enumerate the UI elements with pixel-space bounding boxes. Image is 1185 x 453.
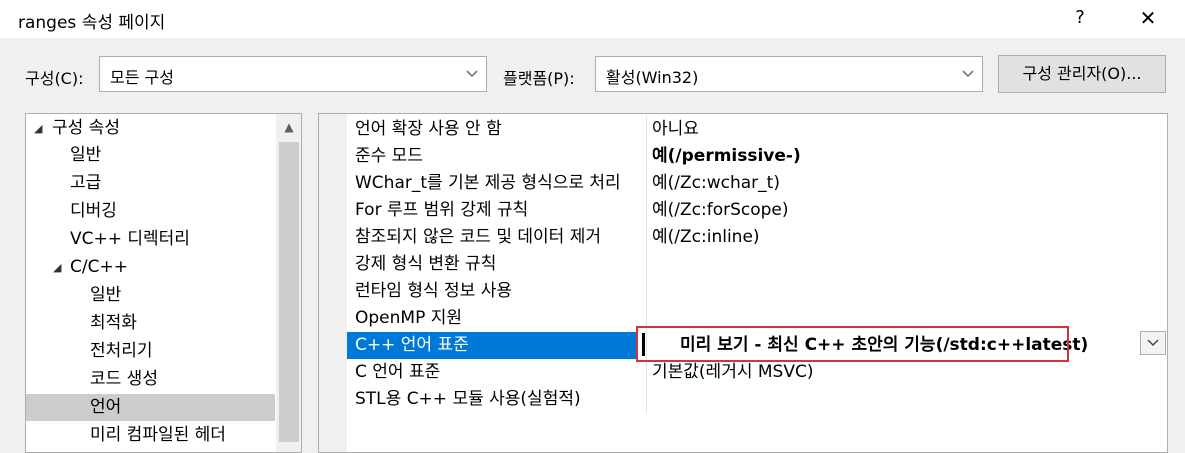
title-bar: ranges 속성 페이지 ? ✕ [0,0,1185,38]
tree-item-optimization[interactable]: 최적화 [26,310,275,337]
tree-item-language[interactable]: 언어 [26,394,275,421]
tree-item-label: 구성 속성 [52,118,120,138]
tree-item-config-properties[interactable]: ◢ 구성 속성 [26,115,275,142]
grid-gutter [319,114,347,452]
column-separator [646,359,647,386]
property-row-rtti[interactable]: 런타임 형식 정보 사용 [347,278,1167,305]
tree-item-preprocessor[interactable]: 전처리기 [26,338,275,365]
tree-item-label: C/C++ [70,257,128,277]
property-name: OpenMP 지원 [355,308,463,328]
property-value: 예(/Zc:forScope) [652,200,789,220]
property-value: 아니요 [652,119,699,139]
column-separator [646,197,647,224]
close-button[interactable]: ✕ [1130,2,1166,34]
config-select-value: 모든 구성 [110,68,174,87]
chevron-down-icon [962,70,974,77]
help-button[interactable]: ? [1062,2,1098,34]
tree-item-label: 고급 [70,173,102,193]
property-value: 예(/Zc:wchar_t) [652,173,780,193]
property-name: C 언어 표준 [355,362,441,382]
property-row-type-conversion[interactable]: 강제 형식 변환 규칙 [347,251,1167,278]
property-name: 준수 모드 [355,146,423,166]
scrollbar-thumb[interactable] [279,142,299,442]
property-value: 예(/Zc:inline) [652,227,760,247]
platform-select-value: 활성(Win32) [606,68,699,87]
chevron-down-icon [1147,339,1159,346]
property-grid: 언어 확장 사용 안 함 아니요 준수 모드 예(/permissive-) W… [318,113,1168,453]
property-value: 기본값(레거시 MSVC) [652,362,814,382]
tree-item-label: 전처리기 [90,341,153,361]
property-name: STL용 C++ 모듈 사용(실험적) [355,389,581,409]
column-separator [646,224,647,251]
property-name: 런타임 형식 정보 사용 [355,281,512,301]
tree-item-label: VC++ 디렉터리 [70,229,190,249]
tree-item-c-cpp-general[interactable]: 일반 [26,282,275,309]
chevron-down-icon [466,70,478,77]
column-separator [646,116,647,143]
cpp-standard-dropdown-button[interactable] [1140,331,1166,355]
property-row-wchar-t[interactable]: WChar_t를 기본 제공 형식으로 처리 예(/Zc:wchar_t) [347,170,1167,197]
platform-select[interactable]: 활성(Win32) [595,56,983,92]
config-label: 구성(C): [25,69,84,88]
property-name: For 루프 범위 강제 규칙 [355,200,529,220]
tree-item-label: 언어 [90,397,122,417]
property-name: 언어 확장 사용 안 함 [355,119,502,139]
config-select[interactable]: 모든 구성 [99,56,487,92]
property-row-disable-language-extensions[interactable]: 언어 확장 사용 안 함 아니요 [347,116,1167,143]
tree-item-label: 최적화 [90,313,137,333]
property-name: 강제 형식 변환 규칙 [355,254,497,274]
platform-label: 플랫폼(P): [503,69,575,88]
property-row-for-scope[interactable]: For 루프 범위 강제 규칙 예(/Zc:forScope) [347,197,1167,224]
tree-item-label: 디버깅 [70,201,117,221]
window-title: ranges 속성 페이지 [18,13,166,33]
property-row-conformance-mode[interactable]: 준수 모드 예(/permissive-) [347,143,1167,170]
tree-item-vc-directories[interactable]: VC++ 디렉터리 [26,226,275,253]
tree-item-label: 일반 [70,145,102,165]
scroll-up-arrow-icon[interactable]: ▲ [276,114,301,140]
column-separator [646,386,647,413]
property-name: C++ 언어 표준 [347,332,638,359]
focus-indicator [642,333,645,356]
highlight-annotation-box [636,326,1069,362]
collapse-triangle-icon[interactable]: ◢ [53,254,61,281]
property-tree: ◢ 구성 속성 일반 고급 디버깅 VC++ 디렉터리 ◢ C/C++ 일반 최… [25,113,302,453]
tree-item-label: 일반 [90,285,122,305]
tree-item-label: 코드 생성 [90,369,158,389]
tree-item-general[interactable]: 일반 [26,142,275,169]
tree-item-c-cpp[interactable]: ◢ C/C++ [26,254,275,281]
property-value: 예(/permissive-) [652,146,801,166]
property-row-stl-modules[interactable]: STL용 C++ 모듈 사용(실험적) [347,386,1167,413]
column-separator [646,251,647,278]
property-name: WChar_t를 기본 제공 형식으로 처리 [355,173,621,193]
property-name: 참조되지 않은 코드 및 데이터 제거 [355,227,601,247]
tree-item-code-generation[interactable]: 코드 생성 [26,366,275,393]
collapse-triangle-icon[interactable]: ◢ [34,115,42,142]
tree-item-debugging[interactable]: 디버깅 [26,198,275,225]
column-separator [646,278,647,305]
tree-item-label: 미리 컴파일된 헤더 [90,425,226,445]
tree-scrollbar[interactable]: ▲ [276,114,301,452]
config-manager-button[interactable]: 구성 관리자(O)... [998,55,1166,93]
column-separator [646,143,647,170]
property-row-remove-unreferenced[interactable]: 참조되지 않은 코드 및 데이터 제거 예(/Zc:inline) [347,224,1167,251]
property-row-c-language-standard[interactable]: C 언어 표준 기본값(레거시 MSVC) [347,359,1167,386]
column-separator [646,170,647,197]
tree-item-precompiled-headers[interactable]: 미리 컴파일된 헤더 [26,422,275,449]
tree-item-advanced[interactable]: 고급 [26,170,275,197]
